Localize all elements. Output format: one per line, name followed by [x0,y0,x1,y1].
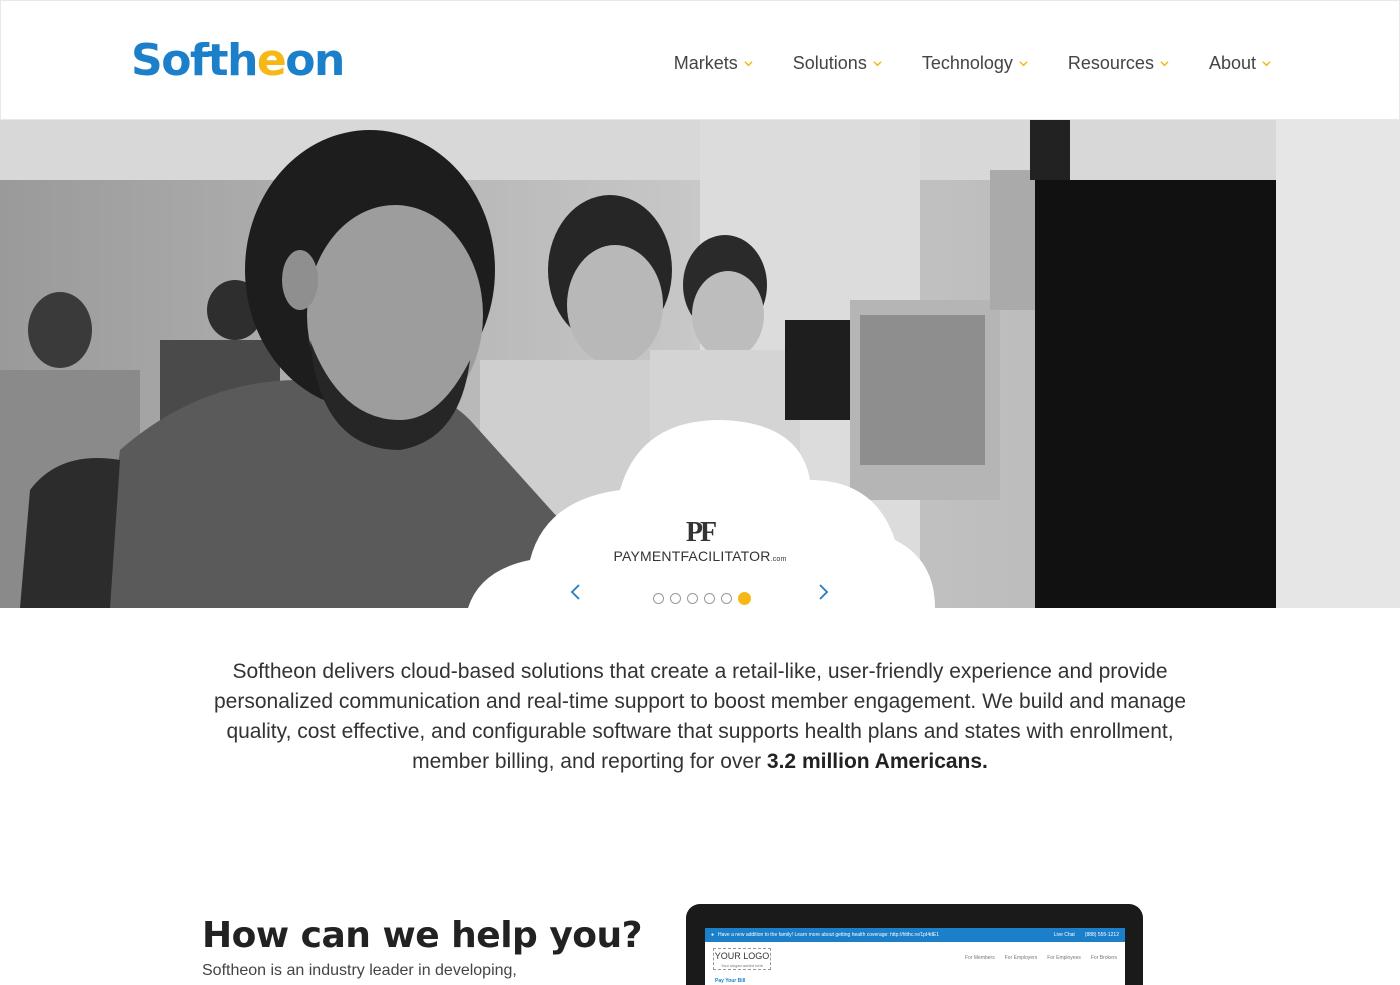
twitter-icon: ● [711,932,715,938]
main-nav: Markets Solutions Technology Resources A… [674,53,1271,74]
mockup-logo: YOUR LOGO Your slogan added here [713,948,771,970]
mockup-top-bar: ● Have a new addition to the family! Lea… [705,928,1125,942]
mockup-announcement: Have a new addition to the family! Learn… [718,932,940,938]
nav-resources[interactable]: Resources [1068,53,1169,74]
nav-about[interactable]: About [1209,53,1271,74]
carousel-indicators [653,592,751,605]
mockup-nav-item: For Employees [1047,955,1081,961]
softheon-logo[interactable]: Softheon [131,31,345,91]
chevron-down-icon [744,61,753,67]
mockup-nav: For Members For Employers For Employees … [965,955,1117,961]
chevron-down-icon [1160,61,1169,67]
help-heading: How can we help you? [202,915,643,956]
mockup-live-chat: Live Chat [1053,932,1075,938]
carousel-dot[interactable] [653,593,664,604]
intro-paragraph: Softheon delivers cloud-based solutions … [214,660,1186,773]
intro-highlight: 3.2 million Americans. [766,750,988,773]
chevron-down-icon [1019,61,1028,67]
partner-logo[interactable]: PF PAYMENTFACILITATOR.com [612,517,788,565]
chevron-down-icon [873,61,882,67]
hero-carousel: PF PAYMENTFACILITATOR.com [0,120,1400,608]
nav-markets[interactable]: Markets [674,53,753,74]
carousel-dot[interactable] [721,593,732,604]
mockup-pay-link: Pay Your Bill [715,978,746,984]
laptop-screen: ● Have a new addition to the family! Lea… [705,928,1125,985]
carousel-dot[interactable] [670,593,681,604]
carousel-dot[interactable] [687,593,698,604]
help-subtitle: Softheon is an industry leader in develo… [202,962,517,979]
mockup-phone: (888) 555-1212 [1084,932,1119,938]
pf-mark: PF [685,517,717,548]
nav-solutions[interactable]: Solutions [793,53,882,74]
site-header: Softheon Markets Solutions Technology Re… [0,0,1400,120]
carousel-dot[interactable] [704,593,715,604]
mockup-nav-item: For Employers [1004,955,1038,961]
mockup-nav-item: For Brokers [1090,955,1117,961]
mockup-nav-item: For Members [965,955,995,961]
chevron-down-icon [1262,61,1271,67]
nav-technology[interactable]: Technology [922,53,1028,74]
carousel-next-button[interactable] [813,582,833,602]
carousel-dot-active[interactable] [738,592,751,605]
partner-logo-text: PAYMENTFACILITATOR.com [613,548,787,564]
carousel-prev-button[interactable] [566,582,586,602]
